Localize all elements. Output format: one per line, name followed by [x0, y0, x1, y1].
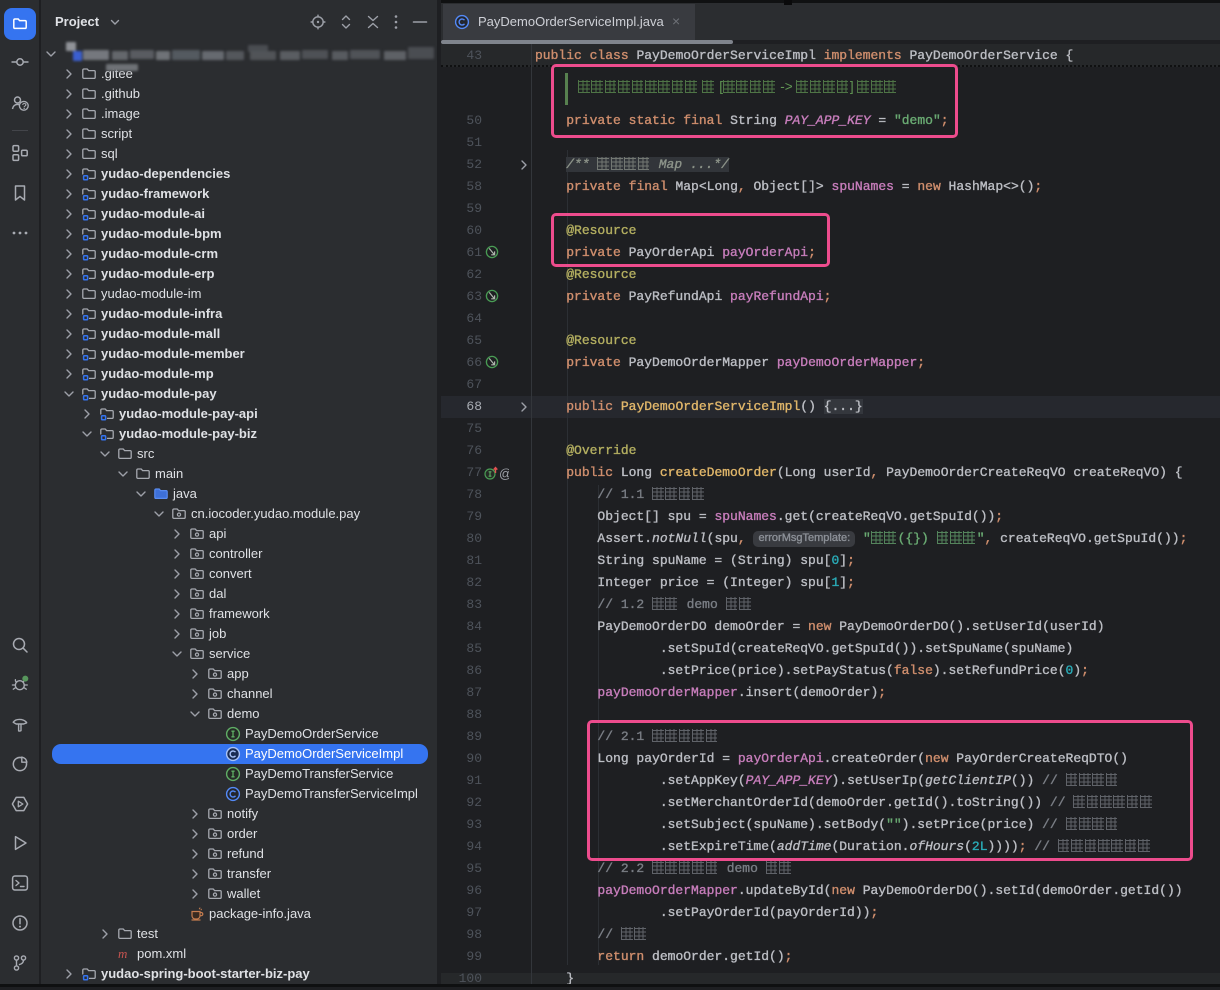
- svg-text:?: ?: [22, 101, 27, 111]
- svg-text:m: m: [118, 946, 127, 961]
- svg-text:@: @: [499, 466, 509, 481]
